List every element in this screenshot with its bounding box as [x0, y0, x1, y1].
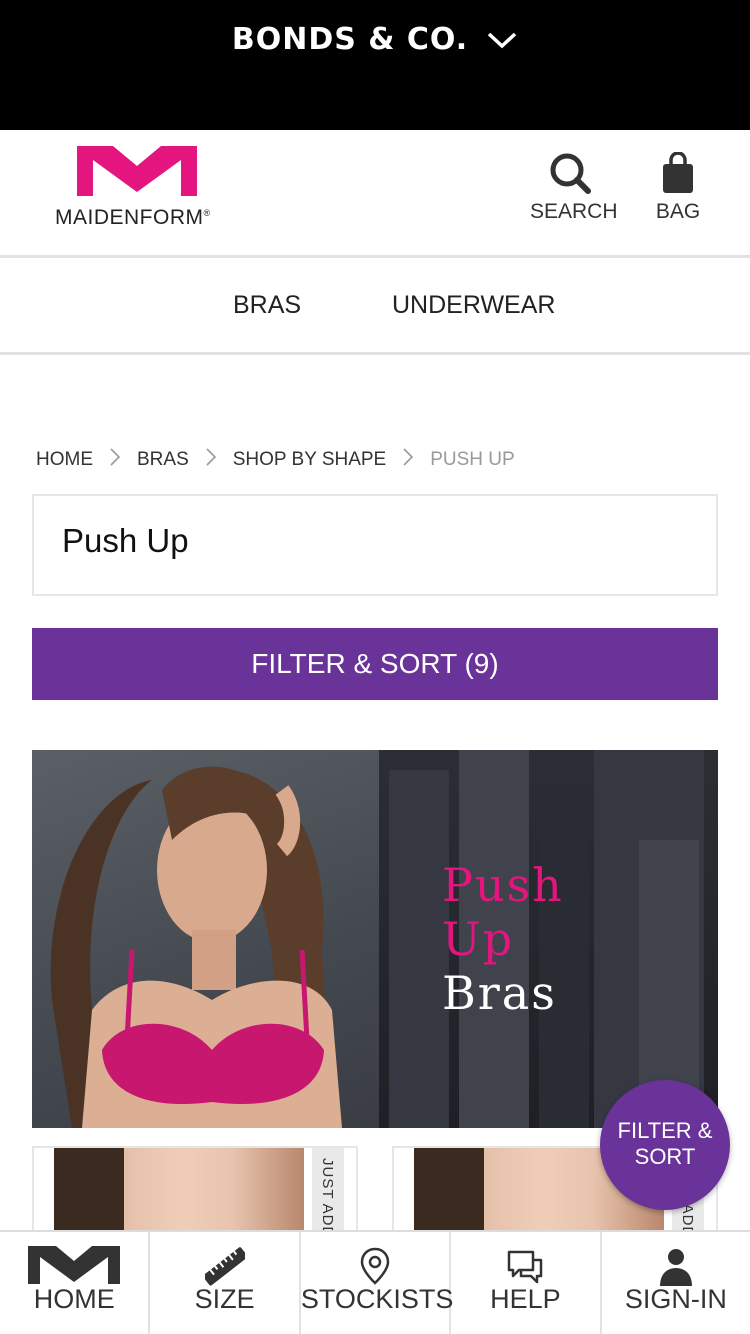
tab-label: SIZE: [194, 1284, 255, 1314]
breadcrumb-bras[interactable]: BRAS: [137, 449, 189, 471]
tab-label: STOCKISTS: [300, 1284, 454, 1314]
location-pin-icon: [360, 1247, 390, 1285]
category-banner: Push Up Bras: [32, 750, 718, 1128]
tab-home[interactable]: HOME: [0, 1232, 151, 1334]
chat-bubbles-icon: [508, 1250, 543, 1284]
page-title: Push Up: [62, 522, 189, 559]
bottom-tab-bar: HOME SIZE STOCKISTS HELP SIGN-IN: [0, 1230, 750, 1334]
chevron-right-icon: [402, 447, 414, 473]
bag-button[interactable]: BAG: [648, 152, 708, 224]
banner-line-3: Bras: [442, 966, 557, 1020]
brand-switcher[interactable]: BONDS & CO.: [0, 22, 750, 58]
shopping-bag-icon: [663, 152, 693, 193]
search-icon: [550, 153, 591, 194]
tab-help[interactable]: HELP: [451, 1232, 602, 1334]
search-label: SEARCH: [530, 200, 618, 223]
category-nav: BRAS UNDERWEAR: [0, 261, 750, 355]
floating-filter-line-2: SORT: [634, 1144, 696, 1169]
maidenform-m-icon: [28, 1246, 121, 1284]
breadcrumb: HOME BRAS SHOP BY SHAPE PUSH UP: [36, 447, 515, 473]
bag-label: BAG: [655, 200, 701, 223]
maidenform-logo[interactable]: MAIDENFORM®: [55, 146, 230, 232]
search-button[interactable]: SEARCH: [530, 152, 618, 224]
banner-line-1: Push: [442, 858, 564, 912]
breadcrumb-shop-by-shape[interactable]: SHOP BY SHAPE: [233, 449, 386, 471]
filter-sort-button[interactable]: FILTER & SORT (9): [32, 628, 718, 700]
breadcrumb-current: PUSH UP: [430, 449, 515, 470]
registered-mark: ®: [203, 208, 211, 218]
user-icon: [659, 1249, 692, 1286]
tab-stockists[interactable]: STOCKISTS: [300, 1232, 454, 1334]
tab-label: HELP: [490, 1284, 561, 1314]
chevron-down-icon: [486, 23, 518, 58]
banner-heading: Push Up Bras: [442, 858, 564, 1020]
floating-filter-line-1: FILTER &: [617, 1118, 713, 1143]
banner-line-2: Up: [442, 912, 515, 966]
tab-size[interactable]: SIZE: [150, 1232, 301, 1334]
site-header: MAIDENFORM® SEARCH BAG: [0, 130, 750, 258]
brand-switcher-bar[interactable]: BONDS & CO.: [0, 0, 750, 130]
maidenform-m-icon: [77, 146, 197, 196]
nav-item-bras[interactable]: BRAS: [233, 291, 301, 320]
ruler-icon: [204, 1247, 245, 1286]
logo-wordmark: MAIDENFORM: [55, 206, 204, 229]
chevron-right-icon: [205, 447, 217, 473]
page-title-box: Push Up: [32, 494, 718, 596]
brand-name: BONDS & CO.: [231, 22, 469, 57]
nav-item-underwear[interactable]: UNDERWEAR: [392, 291, 555, 320]
tab-label: HOME: [33, 1284, 115, 1314]
tab-label: SIGN-IN: [624, 1284, 727, 1314]
breadcrumb-home[interactable]: HOME: [36, 449, 93, 471]
model-photo: [32, 750, 379, 1128]
tab-sign-in[interactable]: SIGN-IN: [602, 1232, 750, 1334]
floating-filter-button[interactable]: FILTER & SORT: [600, 1080, 730, 1210]
chevron-right-icon: [109, 447, 121, 473]
